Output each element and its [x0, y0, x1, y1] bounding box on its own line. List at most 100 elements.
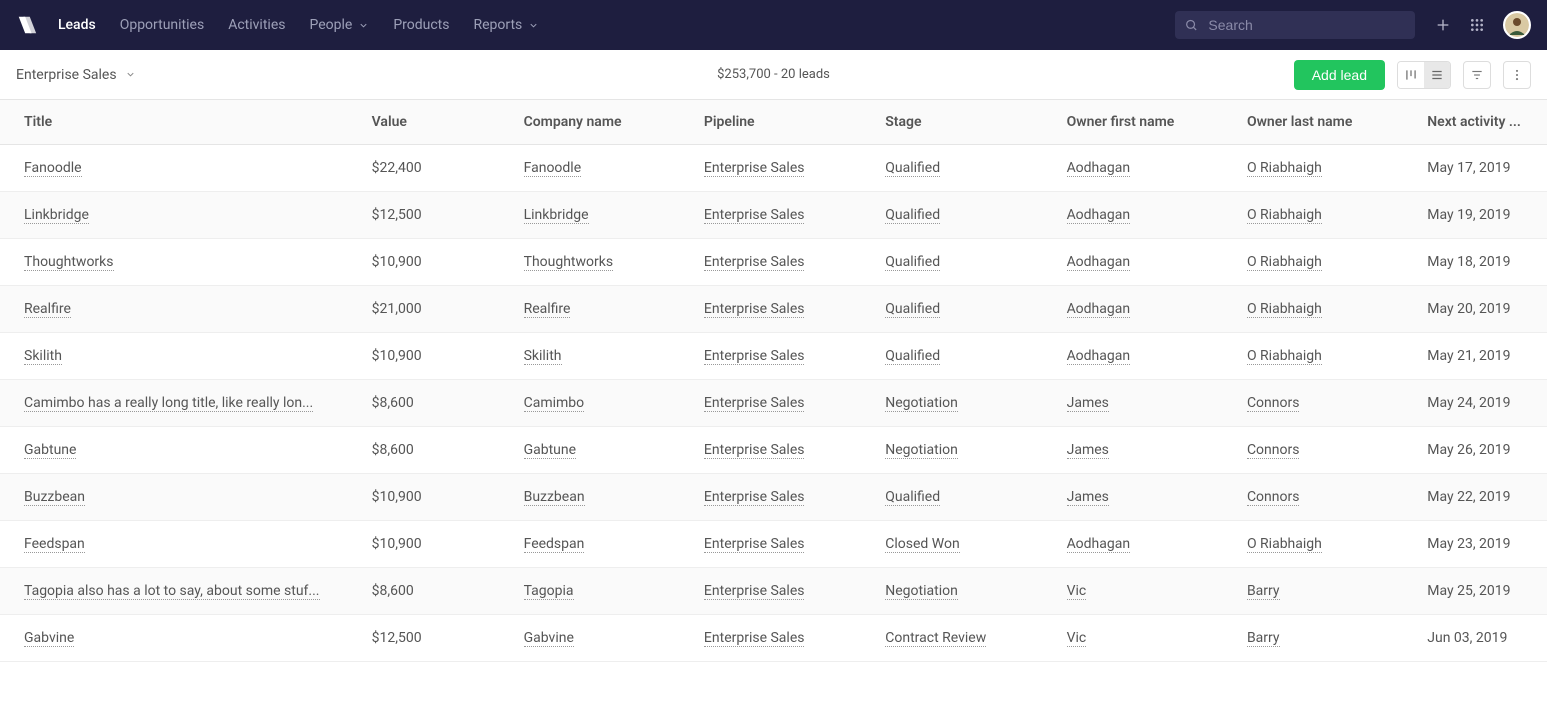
table-row[interactable]: Buzzbean$10,900BuzzbeanEnterprise SalesQ…: [0, 474, 1547, 521]
cell-link-owner_last[interactable]: Barry: [1247, 630, 1280, 647]
nav-item-leads[interactable]: Leads: [58, 17, 96, 33]
cell-link-stage[interactable]: Qualified: [885, 489, 940, 506]
cell-link-owner_last[interactable]: Connors: [1247, 489, 1300, 506]
cell-link-company[interactable]: Buzzbean: [524, 489, 585, 506]
leads-table-container[interactable]: TitleValueCompany namePipelineStageOwner…: [0, 100, 1547, 704]
table-row[interactable]: Gabvine$12,500GabvineEnterprise SalesCon…: [0, 615, 1547, 662]
cell-link-pipeline[interactable]: Enterprise Sales: [704, 395, 805, 412]
cell-link-company[interactable]: Linkbridge: [524, 207, 589, 224]
cell-link-owner_first[interactable]: Vic: [1067, 630, 1087, 647]
cell-link-owner_first[interactable]: Aodhagan: [1067, 301, 1130, 318]
column-header[interactable]: Next activity ...: [1415, 100, 1547, 145]
cell-link-pipeline[interactable]: Enterprise Sales: [704, 207, 805, 224]
filter-button[interactable]: [1463, 61, 1491, 89]
cell-link-owner_first[interactable]: James: [1067, 442, 1109, 459]
add-icon-button[interactable]: [1435, 17, 1451, 33]
cell-link-title[interactable]: Skilith: [24, 348, 62, 365]
cell-link-stage[interactable]: Qualified: [885, 254, 940, 271]
cell-link-title[interactable]: Feedspan: [24, 536, 85, 553]
cell-link-owner_first[interactable]: Aodhagan: [1067, 160, 1130, 177]
cell-link-stage[interactable]: Negotiation: [885, 395, 958, 412]
cell-link-pipeline[interactable]: Enterprise Sales: [704, 160, 805, 177]
cell-link-pipeline[interactable]: Enterprise Sales: [704, 254, 805, 271]
column-header[interactable]: Stage: [873, 100, 1054, 145]
app-logo[interactable]: [16, 14, 38, 36]
cell-link-stage[interactable]: Contract Review: [885, 630, 986, 647]
more-menu-button[interactable]: [1503, 61, 1531, 89]
cell-link-stage[interactable]: Qualified: [885, 301, 940, 318]
cell-link-title[interactable]: Fanoodle: [24, 160, 82, 177]
cell-link-company[interactable]: Feedspan: [524, 536, 585, 553]
cell-link-pipeline[interactable]: Enterprise Sales: [704, 301, 805, 318]
cell-link-stage[interactable]: Negotiation: [885, 583, 958, 600]
table-row[interactable]: Skilith$10,900SkilithEnterprise SalesQua…: [0, 333, 1547, 380]
cell-link-owner_first[interactable]: Aodhagan: [1067, 254, 1130, 271]
cell-link-stage[interactable]: Negotiation: [885, 442, 958, 459]
cell-link-pipeline[interactable]: Enterprise Sales: [704, 489, 805, 506]
nav-item-products[interactable]: Products: [393, 17, 449, 33]
cell-link-stage[interactable]: Qualified: [885, 207, 940, 224]
user-avatar[interactable]: [1503, 11, 1531, 39]
table-row[interactable]: Fanoodle$22,400FanoodleEnterprise SalesQ…: [0, 145, 1547, 192]
cell-link-pipeline[interactable]: Enterprise Sales: [704, 583, 805, 600]
cell-link-title[interactable]: Gabtune: [24, 442, 76, 459]
cell-link-title[interactable]: Realfire: [24, 301, 71, 318]
cell-link-title[interactable]: Thoughtworks: [24, 254, 114, 271]
cell-link-owner_first[interactable]: Aodhagan: [1067, 536, 1130, 553]
column-header[interactable]: Value: [360, 100, 512, 145]
cell-link-owner_last[interactable]: O Riabhaigh: [1247, 160, 1322, 177]
nav-item-activities[interactable]: Activities: [228, 17, 285, 33]
cell-link-company[interactable]: Camimbo: [524, 395, 585, 412]
table-row[interactable]: Thoughtworks$10,900ThoughtworksEnterpris…: [0, 239, 1547, 286]
cell-link-owner_last[interactable]: Barry: [1247, 583, 1280, 600]
cell-link-owner_last[interactable]: O Riabhaigh: [1247, 254, 1322, 271]
cell-link-company[interactable]: Thoughtworks: [524, 254, 614, 271]
cell-link-owner_first[interactable]: James: [1067, 489, 1109, 506]
cell-link-stage[interactable]: Closed Won: [885, 536, 959, 553]
table-row[interactable]: Realfire$21,000RealfireEnterprise SalesQ…: [0, 286, 1547, 333]
column-header[interactable]: Owner first name: [1055, 100, 1235, 145]
add-lead-button[interactable]: Add lead: [1294, 60, 1385, 90]
cell-link-owner_last[interactable]: O Riabhaigh: [1247, 301, 1322, 318]
table-row[interactable]: Feedspan$10,900FeedspanEnterprise SalesC…: [0, 521, 1547, 568]
pipeline-dropdown[interactable]: Enterprise Sales: [16, 67, 136, 83]
nav-item-reports[interactable]: Reports: [473, 17, 539, 33]
cell-link-stage[interactable]: Qualified: [885, 348, 940, 365]
table-row[interactable]: Gabtune$8,600GabtuneEnterprise SalesNego…: [0, 427, 1547, 474]
cell-link-title[interactable]: Tagopia also has a lot to say, about som…: [24, 583, 320, 600]
cell-link-pipeline[interactable]: Enterprise Sales: [704, 442, 805, 459]
board-view-button[interactable]: [1398, 62, 1424, 88]
column-header[interactable]: Pipeline: [692, 100, 873, 145]
cell-link-title[interactable]: Buzzbean: [24, 489, 85, 506]
cell-link-pipeline[interactable]: Enterprise Sales: [704, 536, 805, 553]
cell-link-owner_first[interactable]: Vic: [1067, 583, 1087, 600]
cell-link-owner_last[interactable]: Connors: [1247, 442, 1300, 459]
apps-icon-button[interactable]: [1469, 17, 1485, 33]
table-row[interactable]: Camimbo has a really long title, like re…: [0, 380, 1547, 427]
cell-link-pipeline[interactable]: Enterprise Sales: [704, 348, 805, 365]
cell-link-title[interactable]: Camimbo has a really long title, like re…: [24, 395, 313, 412]
column-header[interactable]: Title: [0, 100, 360, 145]
cell-link-owner_last[interactable]: O Riabhaigh: [1247, 207, 1322, 224]
cell-link-company[interactable]: Tagopia: [524, 583, 574, 600]
nav-item-people[interactable]: People: [309, 17, 369, 33]
cell-link-company[interactable]: Gabtune: [524, 442, 576, 459]
cell-link-title[interactable]: Gabvine: [24, 630, 74, 647]
cell-link-owner_last[interactable]: O Riabhaigh: [1247, 348, 1322, 365]
cell-link-title[interactable]: Linkbridge: [24, 207, 89, 224]
search-box[interactable]: [1175, 11, 1415, 39]
cell-link-owner_last[interactable]: Connors: [1247, 395, 1300, 412]
cell-link-owner_first[interactable]: Aodhagan: [1067, 207, 1130, 224]
cell-link-company[interactable]: Realfire: [524, 301, 571, 318]
table-row[interactable]: Tagopia also has a lot to say, about som…: [0, 568, 1547, 615]
list-view-button[interactable]: [1424, 62, 1450, 88]
cell-link-company[interactable]: Gabvine: [524, 630, 574, 647]
cell-link-stage[interactable]: Qualified: [885, 160, 940, 177]
cell-link-pipeline[interactable]: Enterprise Sales: [704, 630, 805, 647]
cell-link-owner_first[interactable]: Aodhagan: [1067, 348, 1130, 365]
column-header[interactable]: Owner last name: [1235, 100, 1415, 145]
column-header[interactable]: Company name: [512, 100, 692, 145]
cell-link-owner_last[interactable]: O Riabhaigh: [1247, 536, 1322, 553]
cell-link-owner_first[interactable]: James: [1067, 395, 1109, 412]
cell-link-company[interactable]: Skilith: [524, 348, 562, 365]
